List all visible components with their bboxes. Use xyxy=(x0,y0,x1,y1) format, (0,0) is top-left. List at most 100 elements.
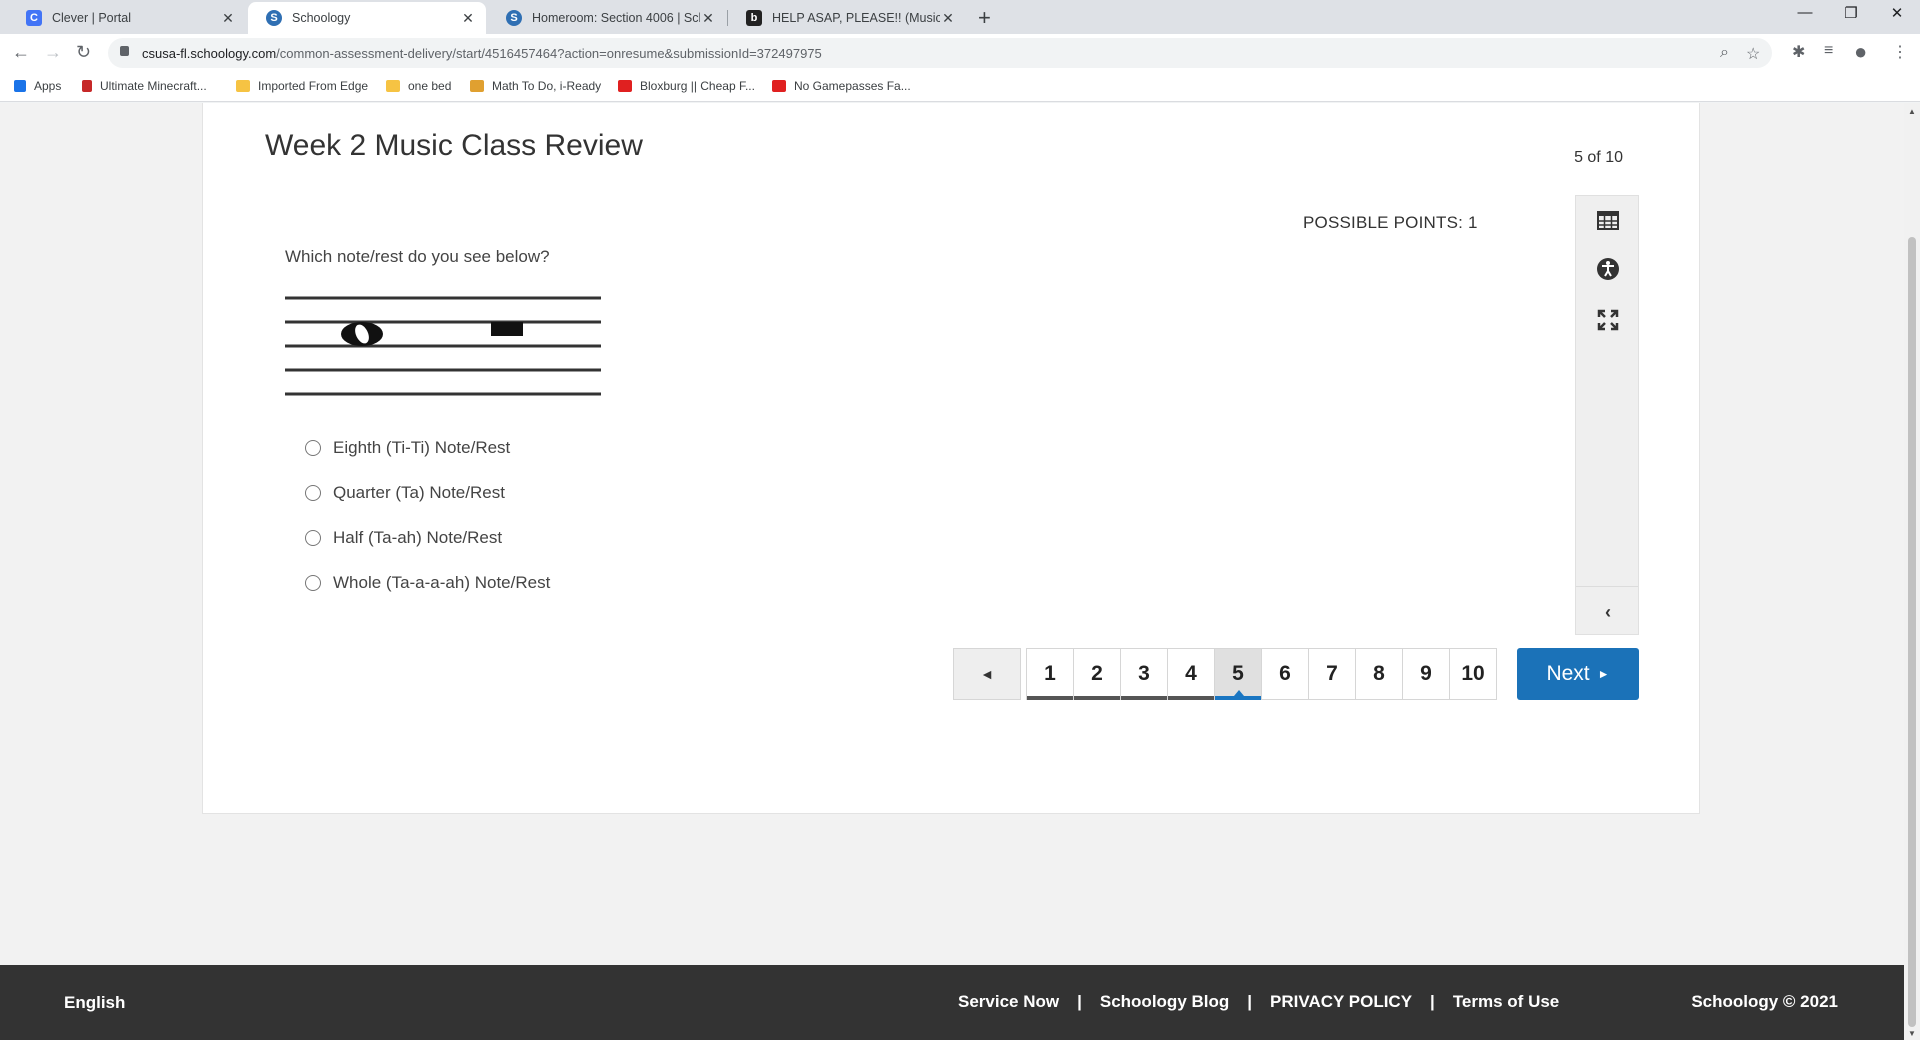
page-10-button[interactable]: 10 xyxy=(1449,648,1497,700)
tab-title: Homeroom: Section 4006 | Scho xyxy=(532,11,700,25)
minimize-icon[interactable]: — xyxy=(1782,4,1828,21)
site-footer: English Service Now | Schoology Blog | P… xyxy=(0,965,1904,1040)
previous-button[interactable]: ◄ xyxy=(953,648,1021,700)
tab-title: Clever | Portal xyxy=(52,11,131,25)
page-numbers: 1 2 3 4 5 6 7 8 9 10 xyxy=(1026,648,1497,700)
tab-clever[interactable]: C Clever | Portal ✕ xyxy=(8,2,246,34)
schoology-icon: S xyxy=(506,10,522,26)
collapse-chevron-icon[interactable]: ‹ xyxy=(1596,600,1620,624)
bookmark-one-bed[interactable]: one bed xyxy=(386,79,451,93)
back-icon[interactable]: ← xyxy=(12,42,30,63)
close-icon[interactable]: ✕ xyxy=(700,10,716,27)
youtube-icon xyxy=(772,80,786,92)
answer-options: Eighth (Ti-Ti) Note/Rest Quarter (Ta) No… xyxy=(305,425,550,605)
url-host: csusa-fl.schoology.com xyxy=(142,46,277,61)
page-9-button[interactable]: 9 xyxy=(1402,648,1450,700)
radio-button[interactable] xyxy=(305,574,321,591)
forward-icon[interactable]: → xyxy=(44,42,62,63)
close-icon[interactable]: ✕ xyxy=(460,10,476,27)
profile-icon[interactable]: ● xyxy=(1854,39,1867,65)
page-3-button[interactable]: 3 xyxy=(1120,648,1168,700)
footer-separator: | xyxy=(1077,992,1082,1011)
new-tab-icon[interactable]: + xyxy=(978,5,991,31)
fullscreen-icon[interactable] xyxy=(1596,308,1620,332)
calendar-icon[interactable] xyxy=(1596,208,1620,232)
next-button[interactable]: Next ► xyxy=(1517,648,1639,700)
close-window-icon[interactable]: ✕ xyxy=(1874,4,1920,22)
page-8-button[interactable]: 8 xyxy=(1355,648,1403,700)
url-text: csusa-fl.schoology.com/common-assessment… xyxy=(142,46,822,61)
bookmark-math-iready[interactable]: Math To Do, i-Ready xyxy=(470,79,601,93)
media-icon[interactable]: ≡ xyxy=(1824,42,1833,60)
footer-link-terms-of-use[interactable]: Terms of Use xyxy=(1453,992,1559,1012)
menu-icon[interactable]: ⋮ xyxy=(1892,42,1908,62)
address-bar[interactable]: csusa-fl.schoology.com/common-assessment… xyxy=(108,38,1772,68)
footer-separator: | xyxy=(1247,992,1253,1011)
bookmark-label: Ultimate Minecraft... xyxy=(100,79,207,93)
bookmark-label: one bed xyxy=(408,79,452,93)
scrollbar-thumb[interactable] xyxy=(1908,237,1916,1027)
music-staff-image xyxy=(285,296,601,396)
tab-title: HELP ASAP, PLEASE!! (Music) - Br xyxy=(772,11,940,25)
answer-option[interactable]: Eighth (Ti-Ti) Note/Rest xyxy=(305,425,550,470)
bookmark-label: Imported From Edge xyxy=(258,79,369,93)
page-6-button[interactable]: 6 xyxy=(1261,648,1309,700)
clever-icon: C xyxy=(26,10,42,26)
page-content: Week 2 Music Class Review 5 of 10 POSSIB… xyxy=(0,103,1904,965)
footer-link-service-now[interactable]: Service Now xyxy=(958,992,1059,1012)
page-7-button[interactable]: 7 xyxy=(1308,648,1356,700)
whole-rest-icon xyxy=(491,322,523,336)
panel-divider xyxy=(1576,586,1638,587)
close-icon[interactable]: ✕ xyxy=(220,10,236,27)
answer-label: Half (Ta-ah) Note/Rest xyxy=(333,527,503,547)
bookmark-minecraft[interactable]: Ultimate Minecraft... xyxy=(82,79,207,93)
folder-icon xyxy=(236,80,250,92)
tab-homeroom[interactable]: S Homeroom: Section 4006 | Scho ✕ xyxy=(488,2,726,34)
restore-icon[interactable]: ❐ xyxy=(1828,4,1874,22)
close-icon[interactable]: ✕ xyxy=(940,10,956,27)
accessibility-icon[interactable] xyxy=(1596,257,1620,281)
tab-brainly[interactable]: b HELP ASAP, PLEASE!! (Music) - Br ✕ xyxy=(728,2,966,34)
tools-panel: ‹ xyxy=(1575,195,1639,635)
bookmark-label: Apps xyxy=(34,79,62,93)
scroll-down-icon[interactable]: ▼ xyxy=(1908,1029,1916,1038)
tab-title: Schoology xyxy=(292,11,351,25)
footer-separator: | xyxy=(1430,992,1435,1011)
bookmark-no-gamepasses[interactable]: No Gamepasses Fa... xyxy=(772,79,911,93)
page-4-button[interactable]: 4 xyxy=(1167,648,1215,700)
tab-strip: C Clever | Portal ✕ S Schoology ✕ S Home… xyxy=(0,0,1920,34)
answer-label: Eighth (Ti-Ti) Note/Rest xyxy=(333,437,511,457)
zoom-icon[interactable]: ⌕ xyxy=(1720,44,1729,62)
page-2-button[interactable]: 2 xyxy=(1073,648,1121,700)
bookmark-imported-from-edge[interactable]: Imported From Edge xyxy=(236,79,368,93)
folder-icon xyxy=(386,80,400,92)
language-selector[interactable]: English xyxy=(64,993,125,1013)
extensions-icon[interactable]: ✱ xyxy=(1792,42,1805,62)
lock-icon xyxy=(120,46,129,56)
page-scrollbar[interactable]: ▲ ▼ xyxy=(1904,103,1920,1040)
radio-button[interactable] xyxy=(305,439,321,456)
bookmark-apps[interactable]: Apps xyxy=(14,79,61,93)
bookmark-favicon-icon xyxy=(82,80,92,92)
answer-option[interactable]: Quarter (Ta) Note/Rest xyxy=(305,470,550,515)
bookmark-bloxburg[interactable]: Bloxburg || Cheap F... xyxy=(618,79,755,93)
tab-schoology[interactable]: S Schoology ✕ xyxy=(248,2,486,34)
bookmark-label: No Gamepasses Fa... xyxy=(794,79,911,93)
scroll-up-icon[interactable]: ▲ xyxy=(1908,107,1916,116)
reload-icon[interactable]: ↻ xyxy=(76,42,91,63)
radio-button[interactable] xyxy=(305,484,321,501)
question-counter: 5 of 10 xyxy=(1574,149,1623,166)
bookmark-star-icon[interactable]: ☆ xyxy=(1746,44,1760,64)
footer-link-schoology-blog[interactable]: Schoology Blog xyxy=(1100,992,1229,1012)
footer-link-privacy-policy[interactable]: PRIVACY POLICY xyxy=(1270,992,1412,1012)
answer-label: Whole (Ta-a-a-ah) Note/Rest xyxy=(333,572,551,592)
url-path: /common-assessment-delivery/start/451645… xyxy=(276,46,822,61)
answer-option[interactable]: Whole (Ta-a-a-ah) Note/Rest xyxy=(305,560,550,605)
assessment-card: Week 2 Music Class Review 5 of 10 POSSIB… xyxy=(202,103,1700,814)
answer-option[interactable]: Half (Ta-ah) Note/Rest xyxy=(305,515,550,560)
assessment-title: Week 2 Music Class Review xyxy=(265,129,643,162)
page-1-button[interactable]: 1 xyxy=(1026,648,1074,700)
page-5-button[interactable]: 5 xyxy=(1214,648,1262,700)
browser-toolbar: ← → ↻ csusa-fl.schoology.com/common-asse… xyxy=(0,34,1920,72)
radio-button[interactable] xyxy=(305,529,321,546)
